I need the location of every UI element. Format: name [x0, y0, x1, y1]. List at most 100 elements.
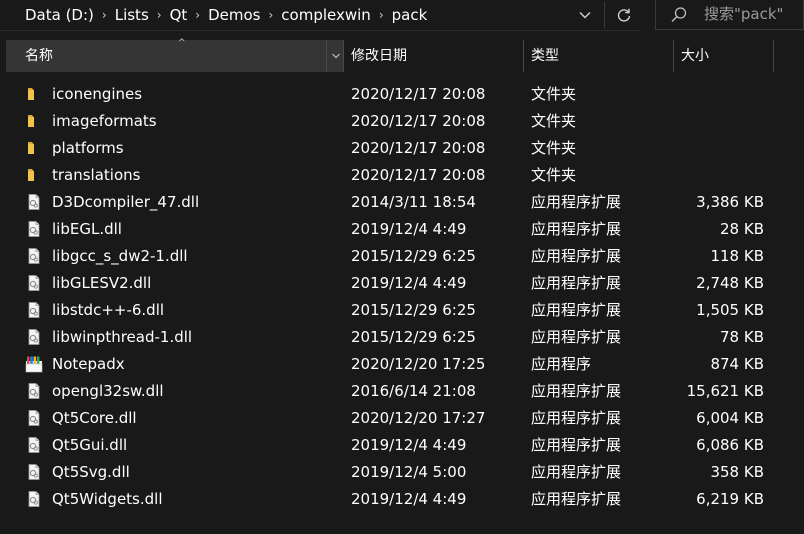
address-bar[interactable]: Data (D:) › Lists › Qt › Demos › complex… — [0, 0, 640, 31]
file-type: 文件夹 — [531, 166, 577, 184]
file-size: 6,219 KB — [696, 490, 764, 508]
breadcrumb: Data (D:) › Lists › Qt › Demos › complex… — [0, 0, 433, 30]
column-filter-button[interactable] — [326, 40, 345, 72]
column-header-type[interactable]: 类型 — [524, 40, 674, 72]
file-size: 2,748 KB — [696, 274, 764, 292]
file-type: 应用程序扩展 — [531, 247, 622, 265]
file-type: 应用程序 — [531, 355, 592, 373]
search-box[interactable] — [655, 0, 804, 30]
file-row[interactable]: D3Dcompiler_47.dll 2014/3/11 18:54 应用程序扩展 3… — [0, 189, 804, 216]
file-row[interactable]: Qt5Widgets.dll 2019/12/4 4:49 应用程序扩展 6,219 … — [0, 486, 804, 513]
file-modified-date: 2020/12/17 20:08 — [351, 112, 486, 130]
file-type: 应用程序扩展 — [531, 463, 622, 481]
address-divider — [604, 2, 605, 28]
file-type: 应用程序扩展 — [531, 193, 622, 211]
file-modified-date: 2019/12/4 4:49 — [351, 274, 467, 292]
file-row[interactable]: Notepadx 2020/12/20 17:25 应用程序 874 KB — [0, 351, 804, 378]
file-row[interactable]: libEGL.dll 2019/12/4 4:49 应用程序扩展 28 KB — [0, 216, 804, 243]
file-modified-date: 2019/12/4 4:49 — [351, 436, 467, 454]
file-modified-date: 2019/12/4 4:49 — [351, 220, 467, 238]
search-input[interactable] — [704, 0, 804, 28]
app-icon — [25, 351, 45, 378]
file-size: 6,086 KB — [696, 436, 764, 454]
dll-file-icon — [25, 405, 45, 432]
file-row[interactable]: imageformats 2020/12/17 20:08 文件夹 — [0, 108, 804, 135]
file-modified-date: 2020/12/17 20:08 — [351, 166, 486, 184]
column-header-date[interactable]: 修改日期 — [344, 40, 524, 72]
file-size: 874 KB — [710, 355, 764, 373]
file-name: D3Dcompiler_47.dll — [52, 193, 200, 211]
breadcrumb-item-demos[interactable]: Demos — [202, 0, 266, 30]
breadcrumb-item-complexwin[interactable]: complexwin — [275, 0, 377, 30]
dll-file-icon — [25, 297, 45, 324]
column-header-size[interactable]: 大小 — [674, 40, 774, 72]
file-name: imageformats — [52, 112, 157, 130]
file-modified-date: 2016/6/14 21:08 — [351, 382, 476, 400]
file-modified-date: 2020/12/20 17:27 — [351, 409, 486, 427]
file-size: 78 KB — [720, 328, 764, 346]
dll-file-icon — [25, 270, 45, 297]
file-modified-date: 2014/3/11 18:54 — [351, 193, 476, 211]
column-header-name[interactable]: ^ 名称 — [6, 38, 345, 72]
file-modified-date: 2020/12/17 20:08 — [351, 85, 486, 103]
breadcrumb-separator-icon[interactable]: › — [155, 0, 164, 30]
sort-ascending-icon: ^ — [178, 38, 186, 48]
dll-file-icon — [25, 459, 45, 486]
folder-icon — [25, 108, 45, 135]
file-name: libgcc_s_dw2-1.dll — [52, 247, 188, 265]
file-type: 应用程序扩展 — [531, 436, 622, 454]
file-name: libEGL.dll — [52, 220, 122, 238]
dll-file-icon — [25, 189, 45, 216]
file-explorer-window: Data (D:) › Lists › Qt › Demos › complex… — [0, 0, 804, 534]
column-header-name-label: 名称 — [25, 48, 53, 64]
breadcrumb-separator-icon[interactable]: › — [100, 0, 109, 30]
file-row[interactable]: libGLESV2.dll 2019/12/4 4:49 应用程序扩展 2,748 K… — [0, 270, 804, 297]
file-row[interactable]: libwinpthread-1.dll 2015/12/29 6:25 应用程序扩展… — [0, 324, 804, 351]
dll-file-icon — [25, 243, 45, 270]
breadcrumb-item-pack[interactable]: pack — [386, 0, 434, 30]
chevron-down-icon — [579, 12, 591, 19]
file-row[interactable]: libgcc_s_dw2-1.dll 2015/12/29 6:25 应用程序扩展 1… — [0, 243, 804, 270]
file-name: Qt5Widgets.dll — [52, 490, 163, 508]
file-name: Qt5Svg.dll — [52, 463, 130, 481]
file-type: 应用程序扩展 — [531, 274, 622, 292]
history-dropdown-button[interactable] — [570, 0, 600, 30]
column-headers: ^ 名称 修改日期 类型 大小 — [0, 38, 804, 72]
file-size: 15,621 KB — [686, 382, 764, 400]
file-size: 3,386 KB — [696, 193, 764, 211]
file-size: 1,505 KB — [696, 301, 764, 319]
file-row[interactable]: Qt5Core.dll 2020/12/20 17:27 应用程序扩展 6,004 K… — [0, 405, 804, 432]
breadcrumb-item-qt[interactable]: Qt — [164, 0, 194, 30]
file-modified-date: 2015/12/29 6:25 — [351, 301, 476, 319]
file-modified-date: 2015/12/29 6:25 — [351, 328, 476, 346]
file-row[interactable]: translations 2020/12/17 20:08 文件夹 — [0, 162, 804, 189]
file-type: 应用程序扩展 — [531, 328, 622, 346]
file-row[interactable]: iconengines 2020/12/17 20:08 文件夹 — [0, 81, 804, 108]
refresh-icon — [617, 8, 631, 22]
folder-icon — [25, 81, 45, 108]
file-name: translations — [52, 166, 141, 184]
file-row[interactable]: opengl32sw.dll 2016/6/14 21:08 应用程序扩展 15,62… — [0, 378, 804, 405]
file-size: 358 KB — [710, 463, 764, 481]
chevron-down-icon — [332, 53, 340, 59]
file-row[interactable]: Qt5Gui.dll 2019/12/4 4:49 应用程序扩展 6,086 KB — [0, 432, 804, 459]
column-header-size-label: 大小 — [681, 48, 709, 64]
file-name: libstdc++-6.dll — [52, 301, 165, 319]
breadcrumb-separator-icon[interactable]: › — [377, 0, 386, 30]
dll-file-icon — [25, 216, 45, 243]
file-type: 应用程序扩展 — [531, 382, 622, 400]
breadcrumb-item-drive[interactable]: Data (D:) — [0, 0, 100, 30]
file-row[interactable]: Qt5Svg.dll 2019/12/4 5:00 应用程序扩展 358 KB — [0, 459, 804, 486]
column-header-type-label: 类型 — [531, 48, 559, 64]
file-name: iconengines — [52, 85, 143, 103]
file-modified-date: 2020/12/20 17:25 — [351, 355, 486, 373]
breadcrumb-separator-icon[interactable]: › — [193, 0, 202, 30]
file-modified-date: 2019/12/4 4:49 — [351, 490, 467, 508]
breadcrumb-separator-icon[interactable]: › — [266, 0, 275, 30]
file-row[interactable]: libstdc++-6.dll 2015/12/29 6:25 应用程序扩展 1,50… — [0, 297, 804, 324]
file-row[interactable]: platforms 2020/12/17 20:08 文件夹 — [0, 135, 804, 162]
folder-icon — [25, 162, 45, 189]
breadcrumb-item-lists[interactable]: Lists — [109, 0, 155, 30]
file-type: 文件夹 — [531, 85, 577, 103]
refresh-button[interactable] — [609, 0, 639, 30]
